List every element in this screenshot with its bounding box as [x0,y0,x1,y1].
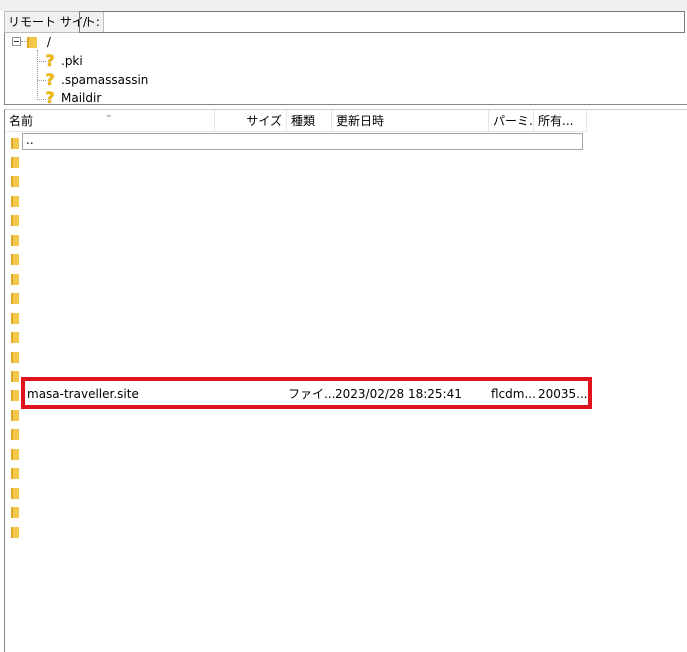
folder-icon [11,138,19,149]
tree-item-label: .spamassassin [61,73,149,87]
file-list-header: ⌄ 名前 サイズ 種類 更新日時 パーミ... 所有... [5,110,587,132]
window-top-strip [0,0,687,11]
folder-icon [11,352,19,363]
remote-directory-tree[interactable]: / ? .pki ? .spamassassin ? Maildir [4,33,687,107]
parent-directory-row[interactable]: .. [22,133,583,150]
column-header-size[interactable]: サイズ [215,110,287,131]
tree-item-spamassassin[interactable]: ? .spamassassin [43,71,183,89]
folder-icon [11,449,19,460]
folder-icon [11,254,19,265]
tree-item-label: Maildir [61,91,102,105]
folder-icon [11,215,19,226]
tree-connector [37,50,38,100]
column-header-owner[interactable]: 所有... [534,110,587,131]
column-header-type[interactable]: 種類 [287,110,332,131]
folder-icon [11,196,19,207]
tree-item-label: / [46,35,51,49]
unknown-folder-icon: ? [45,88,55,107]
folder-icon [11,410,19,421]
remote-path-input[interactable]: / [79,11,685,33]
tree-item-maildir[interactable]: ? Maildir [43,89,183,107]
folder-icon [11,176,19,187]
folder-icon [11,371,19,382]
folder-icon [11,488,19,499]
remote-site-bar: リモート サイト: / [4,11,687,33]
folder-icon [27,37,37,48]
unknown-folder-icon: ? [45,70,55,89]
folder-icon [11,157,19,168]
folder-icon [11,235,19,246]
tree-item-label: .pki [61,54,83,68]
column-header-modified[interactable]: 更新日時 [332,110,489,131]
folder-icon [11,274,19,285]
collapse-toggle-icon[interactable] [12,37,21,46]
folder-icon [11,429,19,440]
column-header-name[interactable]: 名前 [5,110,215,131]
folder-icon [11,527,19,538]
tree-item-root[interactable]: / [27,33,51,51]
unknown-folder-icon: ? [45,51,55,70]
folder-icon [11,313,19,324]
column-header-permissions[interactable]: パーミ... [489,110,534,131]
highlight-annotation-box [21,377,592,409]
folder-icon [11,293,19,304]
folder-icon [11,332,19,343]
folder-icon [11,507,19,518]
folder-icon [11,468,19,479]
